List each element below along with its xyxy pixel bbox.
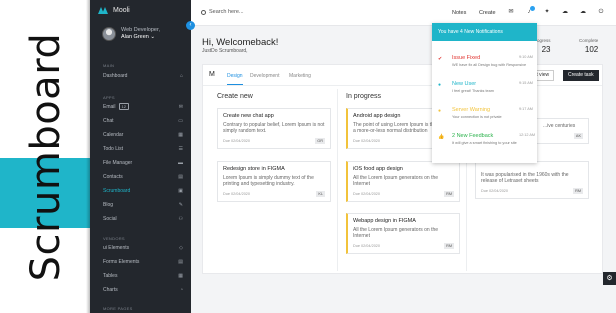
notification-item[interactable]: ● New User 9:15 AM I feel great! Thanks … — [432, 79, 537, 105]
assignee-initials: RM — [444, 191, 454, 197]
main-content: Search here... Notes Create ✉ ♪ ✦ ☁ ☁ ⏻ … — [191, 0, 616, 313]
assignee-initials: GR — [315, 138, 325, 144]
sidebar-item-scrumboard[interactable]: Scrumboard ▣ — [103, 188, 183, 194]
assignee-initials: RM — [573, 188, 583, 194]
column-title: Create new — [217, 93, 253, 100]
chart-icon: ◔ — [179, 287, 183, 293]
scrumboard-panel: M Design Development Marketing List view… — [202, 64, 603, 274]
task-card[interactable]: It was popularised in the 1960s with the… — [475, 161, 589, 199]
email-count-badge: 12 — [118, 103, 129, 110]
contacts-icon: ▤ — [178, 174, 183, 180]
create-link[interactable]: Create — [479, 10, 496, 16]
mail-icon: ✉ — [178, 104, 183, 110]
collapse-sidebar-button[interactable]: ‹ — [186, 21, 195, 30]
task-card[interactable]: Redesign store in FIGMA Lorem Ipsum is s… — [217, 161, 331, 202]
column-title: In progress — [346, 93, 382, 100]
sidebar-item-blog[interactable]: Blog ✎ — [103, 202, 183, 208]
gift-icon[interactable]: ✦ — [543, 9, 551, 16]
sidebar-item-charts[interactable]: Charts ◔ — [103, 287, 183, 293]
page-title: Hi, Welcomeback! — [202, 37, 279, 48]
warning-icon: ● — [438, 108, 442, 114]
chevron-down-icon: ⌄ — [150, 34, 155, 40]
task-card[interactable]: iOS food app design All the Lorem Ipsum … — [346, 161, 460, 202]
chat-icon: ▭ — [178, 118, 183, 124]
sidebar-item-tables[interactable]: Tables ▦ — [103, 273, 183, 279]
sidebar-item-chat[interactable]: Chat ▭ — [103, 118, 183, 124]
section-vendors: VENDORS — [103, 236, 125, 241]
sidebar-item-forms[interactable]: Forms Elements ▤ — [103, 259, 183, 265]
sidebar-item-dashboard[interactable]: Dashboard ⌂ — [103, 73, 183, 79]
brand-name: Mooli — [113, 7, 130, 14]
notification-badge — [530, 6, 535, 11]
notifications-dropdown: You have 4 New Notifications ✔ Issue Fix… — [432, 23, 537, 163]
task-card[interactable]: Create new chat app Contrary to popular … — [217, 108, 331, 149]
brand[interactable]: Mooli — [98, 7, 130, 14]
folder-icon: ▬ — [178, 160, 183, 166]
section-main: MAIN — [103, 63, 115, 68]
list-icon: ☰ — [178, 146, 183, 152]
notification-item[interactable]: ✔ Issue Fixed 9:10 AM WE have fix all De… — [432, 53, 537, 79]
page-subtitle: JustDo Scrumboard, — [202, 48, 248, 54]
sidebar-item-email[interactable]: Email 12 ✉ — [103, 103, 183, 110]
mail-icon[interactable]: ✉ — [507, 9, 515, 16]
settings-gear-icon[interactable]: ⚙ — [603, 272, 616, 285]
table-icon: ▦ — [178, 273, 183, 279]
diamond-icon: ◇ — [179, 245, 183, 251]
social-icon: ⚇ — [178, 216, 183, 222]
user-name: Alan Green — [121, 34, 149, 40]
notes-link[interactable]: Notes — [452, 10, 466, 16]
tab-development[interactable]: Development — [250, 73, 279, 79]
topbar: Search here... Notes Create ✉ ♪ ✦ ☁ ☁ ⏻ — [191, 0, 616, 26]
thumbs-up-icon: 👍 — [438, 134, 445, 140]
tab-design[interactable]: Design — [227, 73, 243, 85]
sidebar-item-todo[interactable]: Todo List ☰ — [103, 146, 183, 152]
chevron-left-icon: ‹ — [189, 22, 192, 28]
check-icon: ✔ — [438, 56, 443, 62]
notification-item[interactable]: 👍 2 New Feedback 12:12 AM It will give a… — [432, 131, 537, 157]
avatar — [102, 27, 116, 41]
board-header: M Design Development Marketing List view… — [203, 65, 602, 86]
task-card[interactable]: Webapp design in FIGMA All the Lorem Ips… — [346, 213, 460, 254]
assignee-initials: AK — [573, 133, 583, 139]
search-icon — [201, 9, 206, 15]
chat-icon[interactable]: ☁ — [561, 9, 569, 16]
notifications-header: You have 4 New Notifications — [432, 23, 537, 41]
board-initial: M — [209, 71, 215, 78]
column-create-new: Create new Create new chat app Contrary … — [215, 89, 338, 271]
blog-icon: ✎ — [178, 202, 183, 208]
board-icon: ▣ — [178, 188, 183, 194]
stat-complete: Complete 102 — [579, 38, 599, 54]
section-apps: APPS — [103, 95, 115, 100]
cloud-icon[interactable]: ☁ — [579, 9, 587, 16]
section-more: MORE PAGES — [103, 306, 133, 311]
assignee-initials: KL — [316, 191, 325, 197]
create-task-button[interactable]: Create task — [563, 70, 599, 81]
notification-item[interactable]: ● Server Warning 9:17 AM Your connection… — [432, 105, 537, 131]
sidebar-item-file-manager[interactable]: File Manager ▬ — [103, 160, 183, 166]
sidebar-item-contacts[interactable]: Contacts ▤ — [103, 174, 183, 180]
user-role: Web Developer, — [121, 27, 161, 33]
logo-icon — [98, 7, 108, 14]
power-icon[interactable]: ⏻ — [597, 9, 605, 16]
sidebar-item-calendar[interactable]: Calendar ▦ — [103, 132, 183, 138]
sidebar-item-ui-elements[interactable]: ui Elements ◇ — [103, 245, 183, 251]
sidebar-item-social[interactable]: Social ⚇ — [103, 216, 183, 222]
user-icon: ● — [438, 82, 442, 88]
calendar-icon: ▦ — [178, 132, 183, 138]
home-icon: ⌂ — [179, 73, 183, 79]
sidebar: Mooli Web Developer, Alan Green ⌄ MAIN D… — [90, 0, 191, 313]
search-input[interactable]: Search here... — [201, 9, 244, 15]
brand-banner: Scrumboard — [0, 0, 90, 313]
banner-title: Scrumboard — [23, 32, 69, 282]
tab-marketing[interactable]: Marketing — [289, 73, 311, 79]
forms-icon: ▤ — [178, 259, 183, 265]
assignee-initials: RM — [444, 243, 454, 249]
user-profile[interactable]: Web Developer, Alan Green ⌄ — [102, 27, 160, 41]
